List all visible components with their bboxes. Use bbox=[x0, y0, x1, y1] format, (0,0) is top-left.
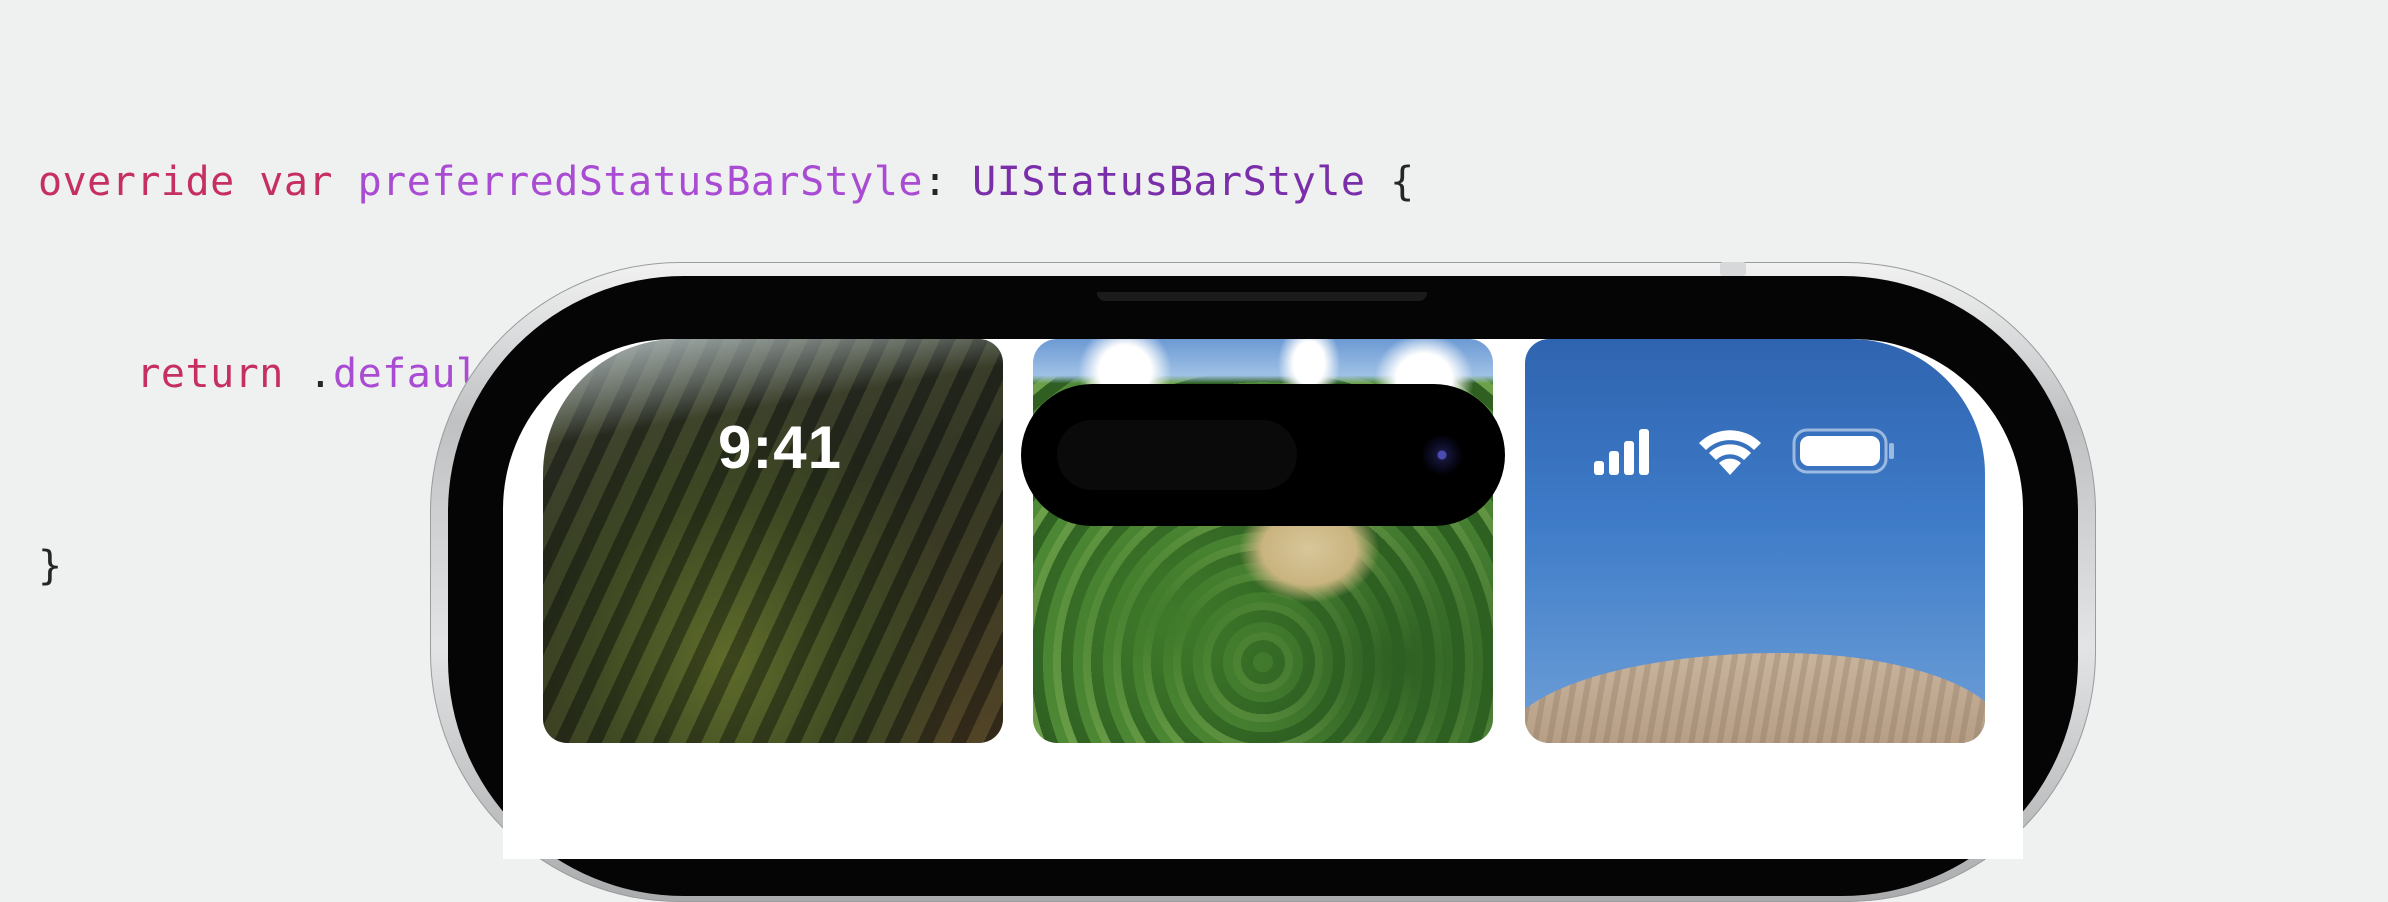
camera-icon bbox=[1421, 434, 1463, 476]
dot: . bbox=[308, 351, 334, 397]
earpiece-speaker bbox=[1097, 292, 1427, 301]
cellular-signal-icon bbox=[1594, 427, 1650, 475]
keyword-override: override bbox=[38, 159, 235, 205]
open-brace: { bbox=[1390, 159, 1415, 205]
hill-shape bbox=[1525, 653, 1985, 743]
keyword-var: var bbox=[259, 159, 333, 205]
property-name: preferredStatusBarStyle bbox=[357, 159, 923, 205]
wifi-icon bbox=[1699, 430, 1761, 475]
dynamic-island bbox=[1021, 384, 1505, 526]
battery-icon bbox=[1792, 428, 1894, 474]
keyword-return: return bbox=[136, 351, 284, 397]
close-brace: } bbox=[38, 543, 63, 589]
photo-cliffs bbox=[543, 339, 1003, 743]
colon: : bbox=[922, 159, 948, 205]
photo-hill bbox=[1525, 339, 1985, 743]
island-sensor bbox=[1057, 420, 1297, 490]
side-button bbox=[1720, 262, 1746, 276]
code-line-1: override var preferredStatusBarStyle: UI… bbox=[38, 150, 1415, 214]
status-bar-time: 9:41 bbox=[717, 414, 843, 481]
type-name: UIStatusBarStyle bbox=[972, 159, 1366, 205]
